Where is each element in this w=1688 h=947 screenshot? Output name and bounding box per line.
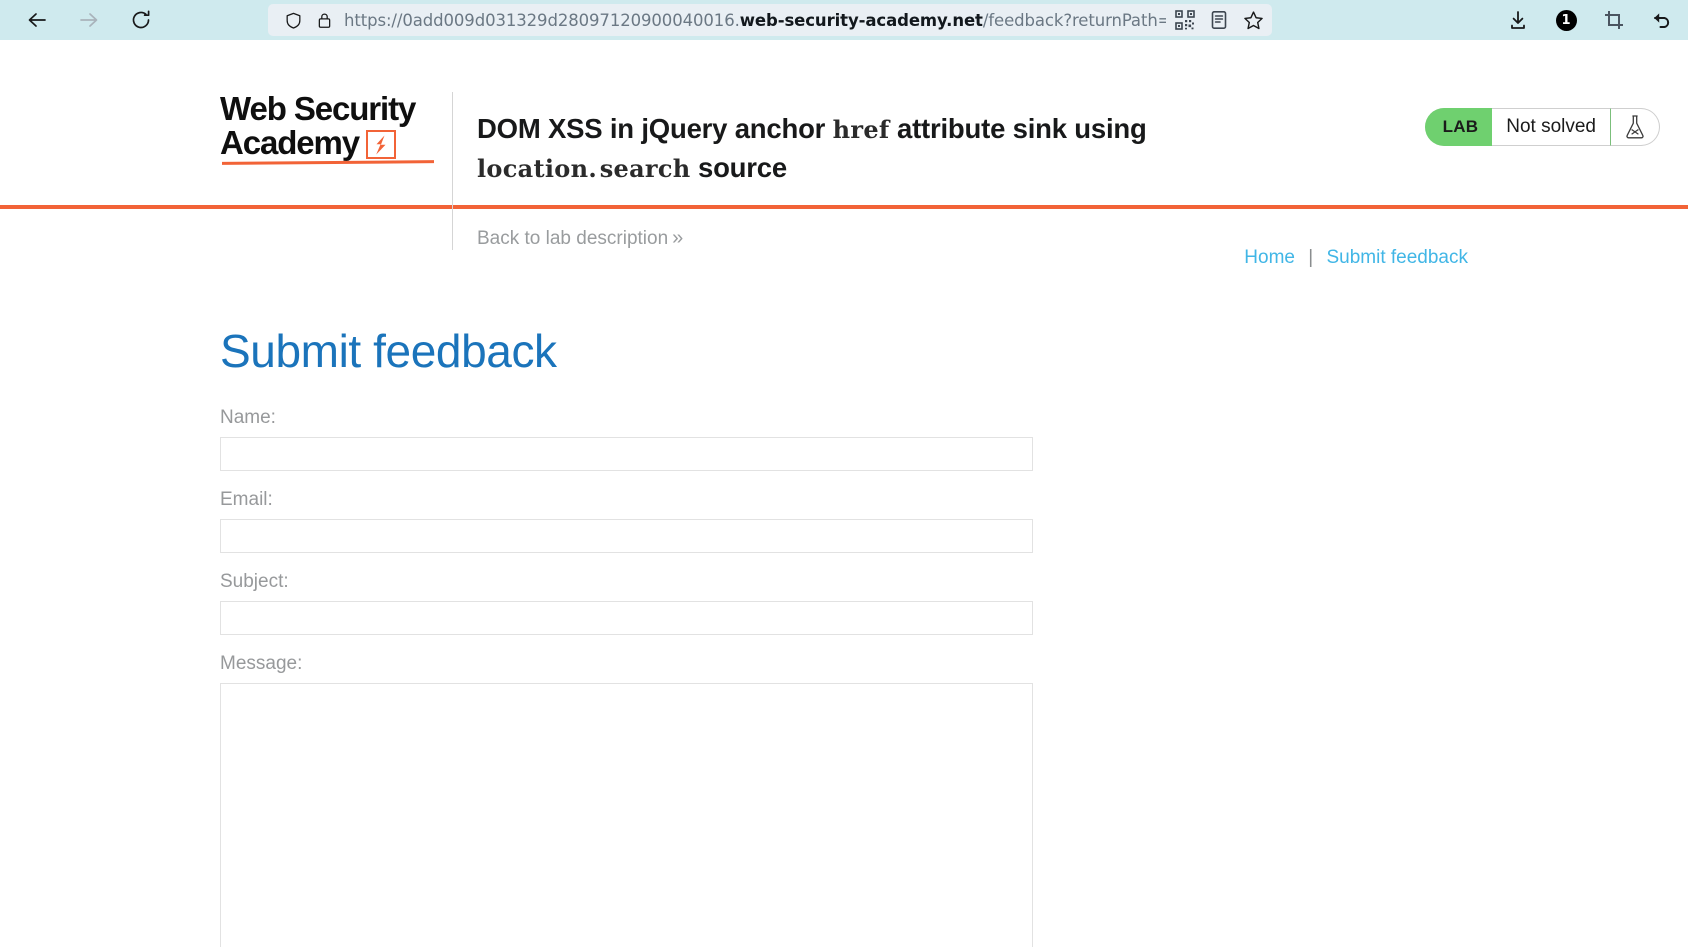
reader-view-icon[interactable] [1208,9,1230,31]
subject-label: Subject: [220,571,289,592]
crop-screenshot-icon [1605,11,1623,29]
logo-line-2: Academy [220,126,452,160]
field-group-message: Message: [220,653,1033,947]
lab-title-part-3: location. search [477,154,691,184]
name-input[interactable] [220,437,1033,471]
lab-status-tag: LAB [1424,108,1493,146]
navigation-buttons [0,7,154,33]
back-button[interactable] [24,7,50,33]
page-content: Web Security Academy DOM XSS in jQuery a… [0,40,1688,947]
notification-count: 1 [1555,9,1577,31]
flask-icon[interactable] [1610,108,1660,146]
logo-line-2-text: Academy [220,124,360,161]
lightning-bolt-icon [366,130,397,159]
message-label: Message: [220,653,303,674]
url-prefix: https://0add009d031329d28097120900040016… [344,10,740,30]
back-arrow-icon [28,13,46,27]
reload-icon [132,10,150,29]
logo[interactable]: Web Security Academy [220,90,452,165]
email-label: Email: [220,489,273,510]
field-group-subject: Subject: [220,571,1033,635]
lab-title-part-2: attribute sink using [889,113,1147,145]
lab-title-part-4: source [690,152,787,184]
field-group-name: Name: [220,407,1033,471]
lab-status-state: Not solved [1492,108,1610,146]
address-bar[interactable]: https://0add009d031329d28097120900040016… [268,4,1272,36]
feedback-form: Name: Email: Subject: Message: [220,407,1033,947]
download-button[interactable] [1506,8,1530,32]
lab-title-part-1: href [832,115,890,145]
subject-input[interactable] [220,601,1033,635]
lab-status-widget: LAB Not solved [1424,108,1660,146]
undo-close-tab-button[interactable] [1650,8,1674,32]
logo-underline [222,160,434,165]
message-input[interactable] [220,683,1033,947]
undo-arrow-icon [1654,13,1670,28]
address-bar-actions [1174,9,1264,31]
site-nav: Home | Submit feedback [220,209,1468,269]
url-path: /feedback?returnPath=/ [982,10,1166,30]
field-group-email: Email: [220,489,1033,553]
url-host: web-security-academy.net [739,10,983,30]
nav-link-submit-feedback[interactable]: Submit feedback [1326,247,1468,268]
lab-title: DOM XSS in jQuery anchor href attribute … [477,110,1152,188]
email-input[interactable] [220,519,1033,553]
browser-toolbar: https://0add009d031329d28097120900040016… [0,0,1688,40]
browser-extension-buttons: 1 [1506,0,1674,40]
nav-link-home[interactable]: Home [1244,247,1295,268]
nav-separator: | [1308,247,1314,268]
logo-line-1: Web Security [220,90,416,127]
bookmark-star-icon[interactable] [1242,9,1264,31]
name-label: Name: [220,407,276,428]
qr-code-icon[interactable] [1174,9,1196,31]
notification-counter-button[interactable]: 1 [1554,8,1578,32]
url-text: https://0add009d031329d28097120900040016… [344,11,1166,30]
screenshot-crop-button[interactable] [1602,8,1626,32]
reload-button[interactable] [128,7,154,33]
page-title: Submit feedback [220,325,557,377]
forward-button[interactable] [76,7,102,33]
shield-icon[interactable] [282,9,304,31]
forward-arrow-icon [80,13,98,27]
download-icon [1511,11,1525,29]
site-body: Home | Submit feedback Submit feedback N… [0,209,1688,947]
lab-title-part-0: DOM XSS in jQuery anchor [477,113,833,145]
lock-icon[interactable] [313,9,335,31]
academy-header: Web Security Academy DOM XSS in jQuery a… [0,40,1688,250]
